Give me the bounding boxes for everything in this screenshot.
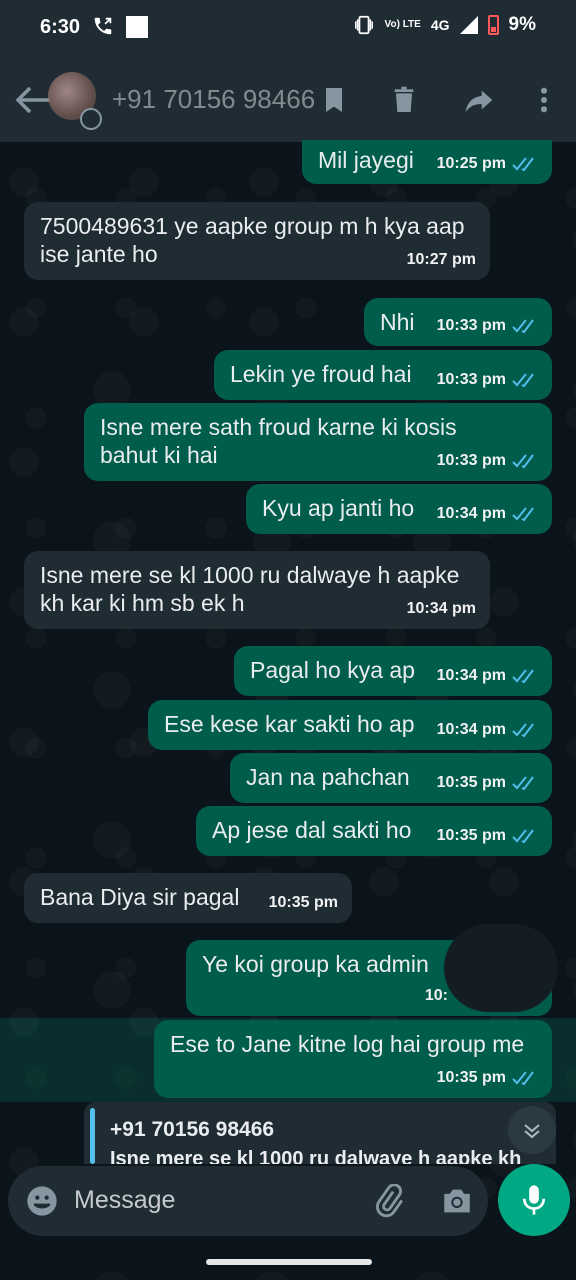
star-icon[interactable] [318, 84, 350, 116]
message-input[interactable]: Message [74, 1186, 175, 1215]
read-receipt-icon [512, 829, 534, 844]
message-bubble[interactable]: Pagal ho kya ap 10:34 pm [234, 646, 552, 696]
reply-sender: +91 70156 98466 [110, 1118, 275, 1141]
read-receipt-icon [512, 157, 534, 172]
emoji-icon[interactable] [26, 1185, 58, 1217]
vibrate-icon [354, 15, 373, 35]
read-receipt-icon [512, 669, 534, 684]
message-bubble[interactable]: Mil jayegi 10:25 pm [302, 140, 552, 184]
attach-icon[interactable] [372, 1184, 406, 1218]
message-bubble[interactable]: Jan na pahchan 10:35 pm [230, 753, 552, 803]
chevron-down-icon [524, 1124, 540, 1139]
redaction-blob [444, 924, 558, 1012]
reply-snippet: Isne mere se kl 1000 ru dalwaye h aapke … [110, 1148, 522, 1164]
forward-icon[interactable] [463, 84, 495, 116]
battery-percent: 9% [508, 14, 536, 35]
message-bubble[interactable]: Ese kese kar sakti ho ap 10:34 pm [148, 700, 552, 750]
status-right: Vo) LTE 4G 9% [353, 14, 536, 36]
read-receipt-icon [512, 723, 534, 738]
camera-icon[interactable] [440, 1184, 474, 1218]
more-options-icon[interactable] [528, 84, 560, 116]
message-bubble[interactable]: Isne mere se kl 1000 ru dalwaye h aapke … [24, 551, 490, 629]
voice-record-button[interactable] [498, 1164, 570, 1236]
message-bubble[interactable]: Isne mere sath froud karne ki kosis bahu… [84, 403, 552, 481]
status-time: 6:30 [40, 16, 81, 38]
reply-preview[interactable]: +91 70156 98466 Isne mere se kl 1000 ru … [84, 1102, 556, 1164]
message-bubble[interactable]: Lekin ye froud hai 10:33 pm [214, 350, 552, 400]
chat-header: +91 70156 98466 [0, 58, 576, 142]
scroll-down-button[interactable] [508, 1106, 556, 1154]
message-bubble-selected[interactable]: Ese to Jane kitne log hai group me 10:35… [154, 1020, 552, 1098]
status-bar: 6:30 Vo) LTE 4G 9% [0, 0, 576, 58]
read-receipt-icon [512, 454, 534, 469]
contact-name[interactable]: +91 70156 98466 [112, 84, 315, 115]
battery-icon [487, 15, 499, 35]
delete-icon[interactable] [388, 84, 420, 116]
message-bubble[interactable]: Bana Diya sir pagal 10:35 pm [24, 873, 352, 923]
notification-square-icon [126, 16, 148, 38]
microphone-icon [522, 1185, 546, 1215]
network-type: 4G [430, 17, 450, 33]
message-composer[interactable]: Message [8, 1166, 488, 1236]
message-bubble[interactable]: Nhi 10:33 pm [364, 298, 552, 346]
read-receipt-icon [512, 507, 534, 522]
disappearing-timer-icon [80, 108, 102, 130]
reply-accent-bar [90, 1108, 95, 1164]
home-indicator[interactable] [206, 1259, 372, 1265]
read-receipt-icon [512, 1071, 534, 1086]
read-receipt-icon [512, 776, 534, 791]
message-bubble[interactable]: 7500489631 ye aapke group m h kya aap is… [24, 202, 490, 280]
read-receipt-icon [512, 319, 534, 334]
read-receipt-icon [512, 373, 534, 388]
message-bubble[interactable]: Kyu ap janti ho 10:34 pm [246, 484, 552, 534]
signal-icon [459, 16, 478, 34]
volte-indicator: Vo) LTE [384, 19, 421, 30]
phone-call-icon [94, 17, 112, 35]
message-bubble[interactable]: Ap jese dal sakti ho 10:35 pm [196, 806, 552, 856]
